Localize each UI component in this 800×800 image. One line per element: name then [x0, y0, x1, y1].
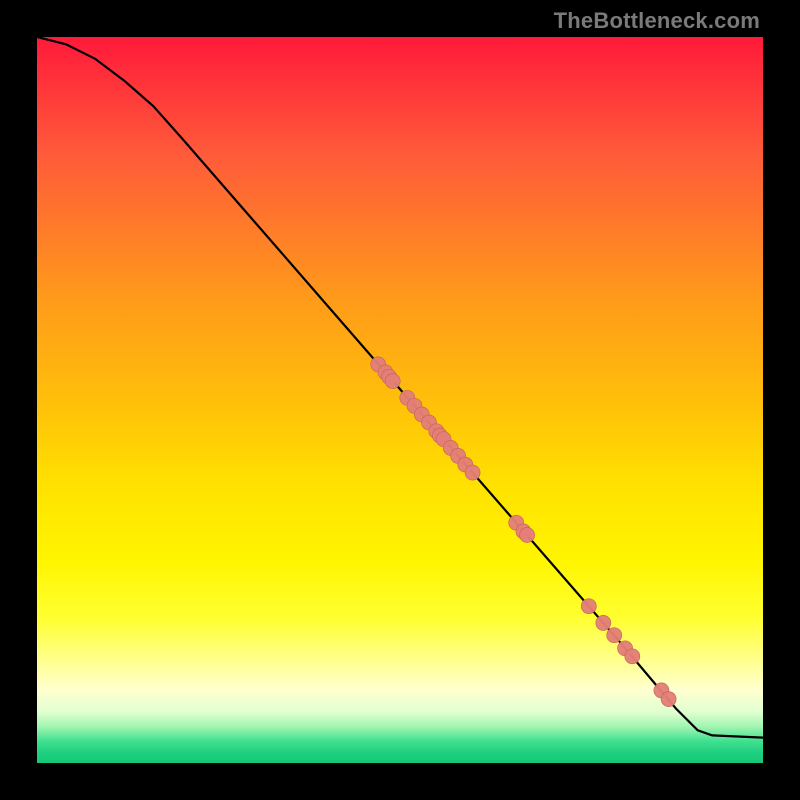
curve-line: [37, 37, 763, 738]
curve-svg: [37, 37, 763, 763]
watermark-text: TheBottleneck.com: [554, 8, 760, 34]
data-point: [385, 374, 400, 389]
data-point: [465, 465, 480, 480]
data-point: [661, 692, 676, 707]
data-point: [596, 615, 611, 630]
data-point: [520, 528, 535, 543]
data-point: [607, 628, 622, 643]
data-point: [625, 649, 640, 664]
plot-area: [37, 37, 763, 763]
chart-container: TheBottleneck.com: [0, 0, 800, 800]
data-point: [581, 599, 596, 614]
scatter-markers: [371, 357, 676, 707]
bottleneck-curve: [37, 37, 763, 738]
